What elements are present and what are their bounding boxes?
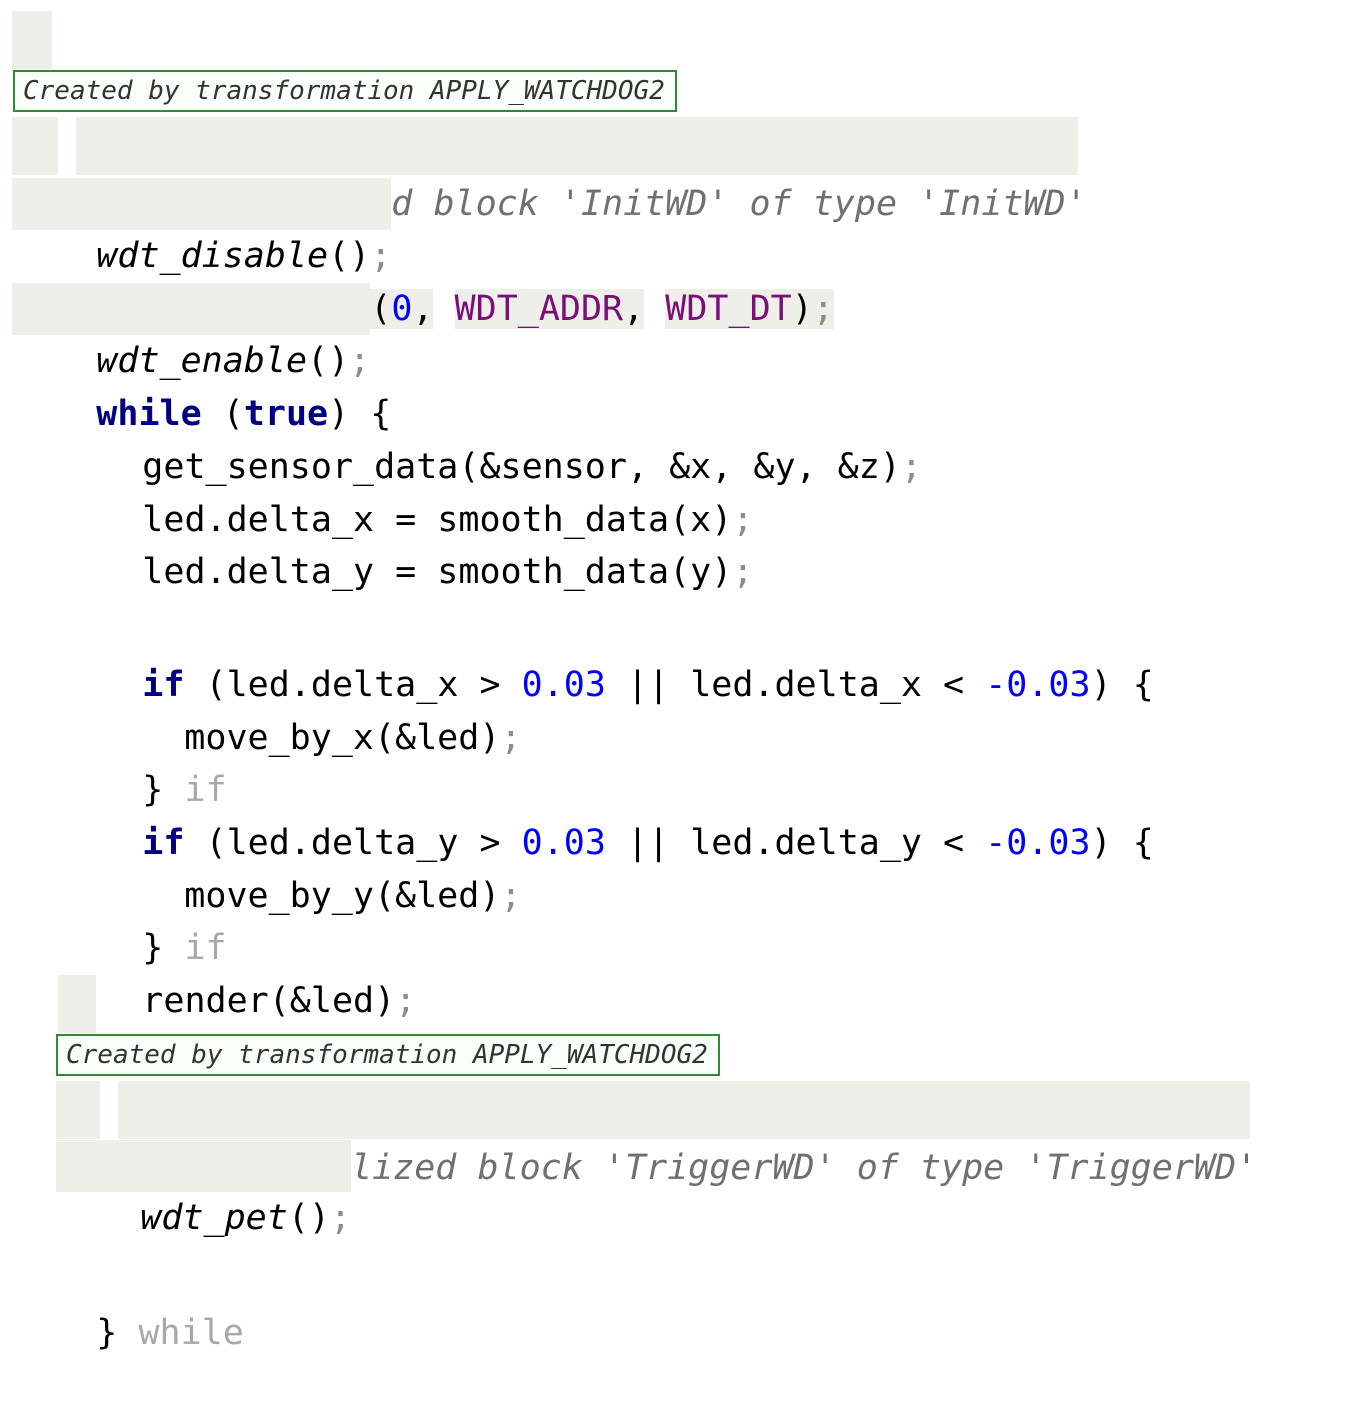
constant-wdt-addr[interactable]: WDT_ADDR — [455, 289, 624, 329]
block-gutter-marker — [12, 11, 52, 69]
comment-gap — [100, 1081, 118, 1139]
function-call: wdt_pet — [140, 1198, 288, 1238]
code-line-if-y[interactable]: if (led.delta_y > 0.03 || led.delta_y < … — [0, 765, 1153, 863]
code-line-while-end[interactable]: } while — [0, 1255, 244, 1353]
code-line-wdt-enable[interactable]: wdt_enable(); — [12, 283, 371, 381]
code-line-move-x[interactable]: move_by_x(&led); — [0, 660, 521, 758]
semicolon: ; — [732, 552, 754, 592]
number-literal: -0.03 — [985, 665, 1091, 705]
code-line-render[interactable]: render(&led); — [0, 923, 416, 1021]
block-gutter-marker — [58, 975, 96, 1033]
separator: , — [412, 289, 434, 329]
semicolon: ; — [900, 447, 922, 487]
code-line-assign-x[interactable]: led.delta_x = smooth_data(x); — [0, 442, 753, 540]
semicolon: ; — [500, 876, 522, 916]
transformation-annotation: Created by transformation APPLY_WATCHDOG… — [13, 70, 677, 112]
code-editor[interactable]: Created by transformation APPLY_WATCHDOG… — [0, 0, 1356, 1353]
close-paren: ) — [791, 289, 813, 329]
code-line-move-y[interactable]: move_by_y(&led); — [0, 818, 521, 916]
code-line-wdt-disable[interactable]: wdt_disable(); — [12, 178, 392, 276]
code-line-if-x-end[interactable]: } if — [0, 712, 226, 810]
number-literal: -0.03 — [985, 823, 1091, 863]
trigger-block-comment[interactable]: // materialized block 'TriggerWD' of typ… — [56, 1081, 1257, 1188]
semicolon: ; — [812, 289, 834, 329]
code-line-if-y-end[interactable]: } if — [0, 870, 226, 968]
code-line-while[interactable]: while (true) { — [0, 336, 391, 434]
closing-label: while — [138, 1313, 244, 1353]
open-paren: ( — [370, 289, 392, 329]
code-line-wdt-configure[interactable]: wdt_configure(0, WDT_ADDR, WDT_DT); — [12, 231, 834, 329]
semicolon: ; — [395, 981, 417, 1021]
constant-wdt-dt[interactable]: WDT_DT — [665, 289, 791, 329]
code-line-get-sensor[interactable]: get_sensor_data(&sensor, &x, &y, &z); — [0, 389, 922, 487]
number-literal: 0.03 — [521, 823, 606, 863]
comment-gap — [58, 117, 76, 175]
args: () — [287, 1198, 330, 1238]
code-line-assign-y[interactable]: led.delta_y = smooth_data(y); — [0, 494, 753, 592]
number-literal: 0.03 — [521, 665, 606, 705]
transformation-annotation: Created by transformation APPLY_WATCHDOG… — [56, 1034, 720, 1076]
code-line-if-x[interactable]: if (led.delta_x > 0.03 || led.delta_x < … — [0, 607, 1153, 705]
init-block-comment[interactable]: // materialized block 'InitWD' of type '… — [12, 117, 1087, 224]
semicolon: ; — [329, 1198, 352, 1238]
number-literal: 0 — [391, 289, 413, 329]
code-line-wdt-pet[interactable]: wdt_pet(); — [56, 1140, 352, 1238]
semicolon: ; — [500, 718, 522, 758]
